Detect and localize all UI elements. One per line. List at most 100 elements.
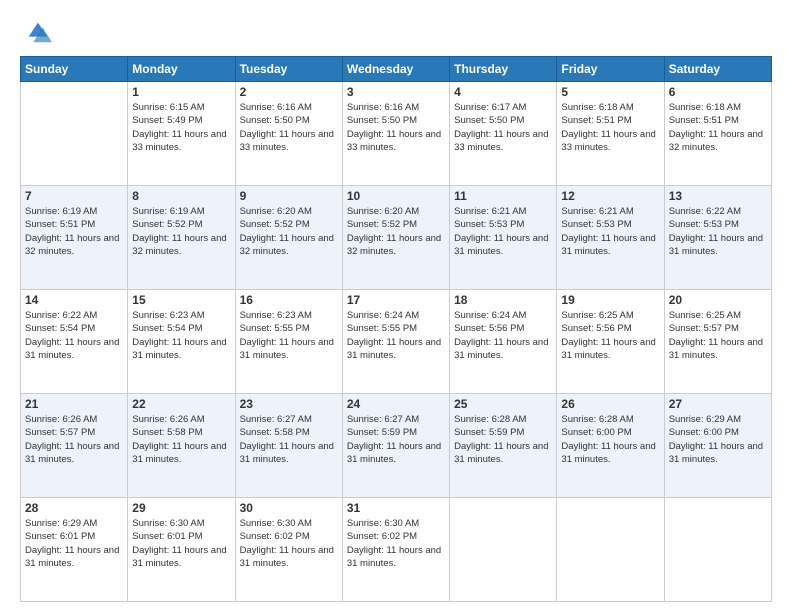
- calendar-cell: 8 Sunrise: 6:19 AMSunset: 5:52 PMDaylight…: [128, 186, 235, 290]
- day-info: Sunrise: 6:24 AMSunset: 5:56 PMDaylight:…: [454, 309, 552, 362]
- day-number: 26: [561, 397, 659, 411]
- page: SundayMondayTuesdayWednesdayThursdayFrid…: [0, 0, 792, 612]
- weekday-header-monday: Monday: [128, 57, 235, 82]
- day-number: 5: [561, 85, 659, 99]
- header: [20, 18, 772, 46]
- calendar-cell: 3Sunrise: 6:16 AMSunset: 5:50 PMDaylight…: [342, 82, 449, 186]
- day-info: Sunrise: 6:28 AMSunset: 5:59 PMDaylight:…: [454, 413, 552, 466]
- day-number: 20: [669, 293, 767, 307]
- day-number: 16: [240, 293, 338, 307]
- calendar-cell: 21 Sunrise: 6:26 AMSunset: 5:57 PMDayligh…: [21, 394, 128, 498]
- calendar-cell: 28 Sunrise: 6:29 AMSunset: 6:01 PMDayligh…: [21, 498, 128, 602]
- day-info: Sunrise: 6:18 AMSunset: 5:51 PMDaylight:…: [669, 101, 767, 154]
- calendar-cell: 31 Sunrise: 6:30 AMSunset: 6:02 PMDayligh…: [342, 498, 449, 602]
- calendar-cell: [450, 498, 557, 602]
- calendar-cell: 22 Sunrise: 6:26 AMSunset: 5:58 PMDayligh…: [128, 394, 235, 498]
- day-info: Sunrise: 6:23 AMSunset: 5:55 PMDaylight:…: [240, 309, 338, 362]
- day-info: Sunrise: 6:15 AMSunset: 5:49 PMDaylight:…: [132, 101, 230, 154]
- day-number: 25: [454, 397, 552, 411]
- calendar-cell: 5 Sunrise: 6:18 AMSunset: 5:51 PMDaylight…: [557, 82, 664, 186]
- week-row-2: 7 Sunrise: 6:19 AMSunset: 5:51 PMDaylight…: [21, 186, 772, 290]
- calendar-cell: [664, 498, 771, 602]
- day-number: 29: [132, 501, 230, 515]
- day-number: 24: [347, 397, 445, 411]
- day-number: 12: [561, 189, 659, 203]
- calendar-table: SundayMondayTuesdayWednesdayThursdayFrid…: [20, 56, 772, 602]
- day-info: Sunrise: 6:21 AMSunset: 5:53 PMDaylight:…: [454, 205, 552, 258]
- day-info: Sunrise: 6:20 AMSunset: 5:52 PMDaylight:…: [240, 205, 338, 258]
- day-info: Sunrise: 6:27 AMSunset: 5:59 PMDaylight:…: [347, 413, 445, 466]
- day-info: Sunrise: 6:24 AMSunset: 5:55 PMDaylight:…: [347, 309, 445, 362]
- day-number: 6: [669, 85, 767, 99]
- calendar-cell: 1Sunrise: 6:15 AMSunset: 5:49 PMDaylight…: [128, 82, 235, 186]
- day-info: Sunrise: 6:16 AMSunset: 5:50 PMDaylight:…: [347, 101, 445, 154]
- calendar-cell: 19 Sunrise: 6:25 AMSunset: 5:56 PMDayligh…: [557, 290, 664, 394]
- calendar-cell: 17 Sunrise: 6:24 AMSunset: 5:55 PMDayligh…: [342, 290, 449, 394]
- day-info: Sunrise: 6:25 AMSunset: 5:56 PMDaylight:…: [561, 309, 659, 362]
- day-number: 13: [669, 189, 767, 203]
- weekday-header-friday: Friday: [557, 57, 664, 82]
- day-info: Sunrise: 6:21 AMSunset: 5:53 PMDaylight:…: [561, 205, 659, 258]
- calendar-cell: 14 Sunrise: 6:22 AMSunset: 5:54 PMDayligh…: [21, 290, 128, 394]
- day-number: 28: [25, 501, 123, 515]
- day-number: 8: [132, 189, 230, 203]
- day-info: Sunrise: 6:22 AMSunset: 5:53 PMDaylight:…: [669, 205, 767, 258]
- day-number: 30: [240, 501, 338, 515]
- day-info: Sunrise: 6:30 AMSunset: 6:02 PMDaylight:…: [347, 517, 445, 570]
- calendar-cell: 7 Sunrise: 6:19 AMSunset: 5:51 PMDaylight…: [21, 186, 128, 290]
- day-number: 27: [669, 397, 767, 411]
- day-info: Sunrise: 6:29 AMSunset: 6:01 PMDaylight:…: [25, 517, 123, 570]
- day-info: Sunrise: 6:19 AMSunset: 5:51 PMDaylight:…: [25, 205, 123, 258]
- calendar-cell: 18 Sunrise: 6:24 AMSunset: 5:56 PMDayligh…: [450, 290, 557, 394]
- day-info: Sunrise: 6:17 AMSunset: 5:50 PMDaylight:…: [454, 101, 552, 154]
- day-number: 14: [25, 293, 123, 307]
- day-number: 10: [347, 189, 445, 203]
- logo: [20, 18, 52, 46]
- day-info: Sunrise: 6:26 AMSunset: 5:58 PMDaylight:…: [132, 413, 230, 466]
- week-row-3: 14 Sunrise: 6:22 AMSunset: 5:54 PMDayligh…: [21, 290, 772, 394]
- calendar-cell: 2Sunrise: 6:16 AMSunset: 5:50 PMDaylight…: [235, 82, 342, 186]
- calendar-cell: 27Sunrise: 6:29 AMSunset: 6:00 PMDayligh…: [664, 394, 771, 498]
- day-number: 4: [454, 85, 552, 99]
- calendar-cell: 29Sunrise: 6:30 AMSunset: 6:01 PMDayligh…: [128, 498, 235, 602]
- day-number: 21: [25, 397, 123, 411]
- calendar-cell: 26Sunrise: 6:28 AMSunset: 6:00 PMDayligh…: [557, 394, 664, 498]
- calendar-cell: 11 Sunrise: 6:21 AMSunset: 5:53 PMDayligh…: [450, 186, 557, 290]
- day-number: 17: [347, 293, 445, 307]
- calendar-cell: 20 Sunrise: 6:25 AMSunset: 5:57 PMDayligh…: [664, 290, 771, 394]
- calendar-cell: 12 Sunrise: 6:21 AMSunset: 5:53 PMDayligh…: [557, 186, 664, 290]
- weekday-header-thursday: Thursday: [450, 57, 557, 82]
- weekday-header-wednesday: Wednesday: [342, 57, 449, 82]
- day-number: 15: [132, 293, 230, 307]
- calendar-cell: 10 Sunrise: 6:20 AMSunset: 5:52 PMDayligh…: [342, 186, 449, 290]
- day-info: Sunrise: 6:18 AMSunset: 5:51 PMDaylight:…: [561, 101, 659, 154]
- day-info: Sunrise: 6:20 AMSunset: 5:52 PMDaylight:…: [347, 205, 445, 258]
- calendar-cell: 30Sunrise: 6:30 AMSunset: 6:02 PMDayligh…: [235, 498, 342, 602]
- week-row-4: 21 Sunrise: 6:26 AMSunset: 5:57 PMDayligh…: [21, 394, 772, 498]
- weekday-header-tuesday: Tuesday: [235, 57, 342, 82]
- week-row-5: 28 Sunrise: 6:29 AMSunset: 6:01 PMDayligh…: [21, 498, 772, 602]
- calendar-cell: 9 Sunrise: 6:20 AMSunset: 5:52 PMDaylight…: [235, 186, 342, 290]
- day-number: 22: [132, 397, 230, 411]
- day-number: 31: [347, 501, 445, 515]
- calendar-cell: 24 Sunrise: 6:27 AMSunset: 5:59 PMDayligh…: [342, 394, 449, 498]
- calendar-cell: 13 Sunrise: 6:22 AMSunset: 5:53 PMDayligh…: [664, 186, 771, 290]
- day-info: Sunrise: 6:26 AMSunset: 5:57 PMDaylight:…: [25, 413, 123, 466]
- day-info: Sunrise: 6:25 AMSunset: 5:57 PMDaylight:…: [669, 309, 767, 362]
- calendar-cell: [557, 498, 664, 602]
- weekday-header-row: SundayMondayTuesdayWednesdayThursdayFrid…: [21, 57, 772, 82]
- calendar-cell: 6 Sunrise: 6:18 AMSunset: 5:51 PMDaylight…: [664, 82, 771, 186]
- calendar-cell: 23Sunrise: 6:27 AMSunset: 5:58 PMDayligh…: [235, 394, 342, 498]
- weekday-header-saturday: Saturday: [664, 57, 771, 82]
- day-info: Sunrise: 6:22 AMSunset: 5:54 PMDaylight:…: [25, 309, 123, 362]
- day-number: 23: [240, 397, 338, 411]
- day-number: 9: [240, 189, 338, 203]
- day-number: 18: [454, 293, 552, 307]
- day-number: 19: [561, 293, 659, 307]
- week-row-1: 1Sunrise: 6:15 AMSunset: 5:49 PMDaylight…: [21, 82, 772, 186]
- calendar-cell: 15Sunrise: 6:23 AMSunset: 5:54 PMDayligh…: [128, 290, 235, 394]
- calendar-cell: 16 Sunrise: 6:23 AMSunset: 5:55 PMDayligh…: [235, 290, 342, 394]
- day-info: Sunrise: 6:19 AMSunset: 5:52 PMDaylight:…: [132, 205, 230, 258]
- day-number: 11: [454, 189, 552, 203]
- day-number: 7: [25, 189, 123, 203]
